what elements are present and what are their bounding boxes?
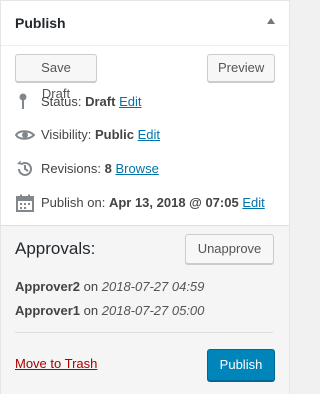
divider	[15, 332, 273, 333]
schedule-label: Publish on:	[41, 195, 106, 210]
move-to-trash-link[interactable]: Move to Trash	[15, 356, 97, 371]
approval-item: Approver2 on 2018-07-27 04:59	[15, 279, 204, 294]
publish-box: Publish Save Draft Preview Status: Draft…	[0, 0, 290, 394]
revisions-row: Revisions: 8 Browse	[15, 159, 275, 179]
schedule-row: Publish on: Apr 13, 2018 @ 07:05 Edit	[15, 193, 277, 213]
revisions-label: Revisions:	[41, 161, 101, 176]
approver-name: Approver2	[15, 279, 81, 294]
pin-icon	[19, 93, 27, 109]
approval-date: 2018-07-27 05:00	[101, 303, 205, 318]
publish-header[interactable]: Publish	[1, 1, 289, 46]
collapse-arrow-icon[interactable]	[267, 18, 275, 24]
save-draft-button[interactable]: Save Draft	[15, 54, 97, 101]
unapprove-button[interactable]: Unapprove	[185, 234, 274, 264]
approver-name: Approver1	[15, 303, 81, 318]
revisions-browse-link[interactable]: Browse	[115, 161, 158, 176]
approvals-title: Approvals:	[15, 239, 96, 258]
preview-button[interactable]: Preview	[207, 54, 275, 82]
visibility-edit-link[interactable]: Edit	[138, 127, 160, 142]
status-label: Status:	[41, 94, 82, 109]
approval-item: Approver1 on 2018-07-27 05:00	[15, 303, 204, 318]
schedule-edit-link[interactable]: Edit	[242, 195, 264, 210]
visibility-row: Visibility: Public Edit	[15, 125, 275, 145]
status-value: Draft	[85, 94, 116, 109]
schedule-value: Apr 13, 2018 @ 07:05	[108, 195, 239, 210]
approvals-section: Approvals: Unapprove Approver2 on 2018-0…	[1, 225, 289, 394]
publish-button[interactable]: Publish	[207, 349, 275, 381]
history-icon	[17, 160, 32, 176]
eye-icon	[15, 130, 35, 140]
status-edit-link[interactable]: Edit	[119, 94, 141, 109]
approval-on: on	[83, 279, 99, 294]
status-row: Status: Draft Edit	[15, 92, 275, 112]
revisions-value: 8	[104, 161, 112, 176]
visibility-label: Visibility:	[41, 127, 92, 142]
approval-date: 2018-07-27 04:59	[101, 279, 205, 294]
approval-on: on	[83, 303, 99, 318]
panel-title: Publish	[15, 15, 66, 31]
calendar-icon	[16, 194, 34, 212]
visibility-value: Public	[94, 127, 134, 142]
